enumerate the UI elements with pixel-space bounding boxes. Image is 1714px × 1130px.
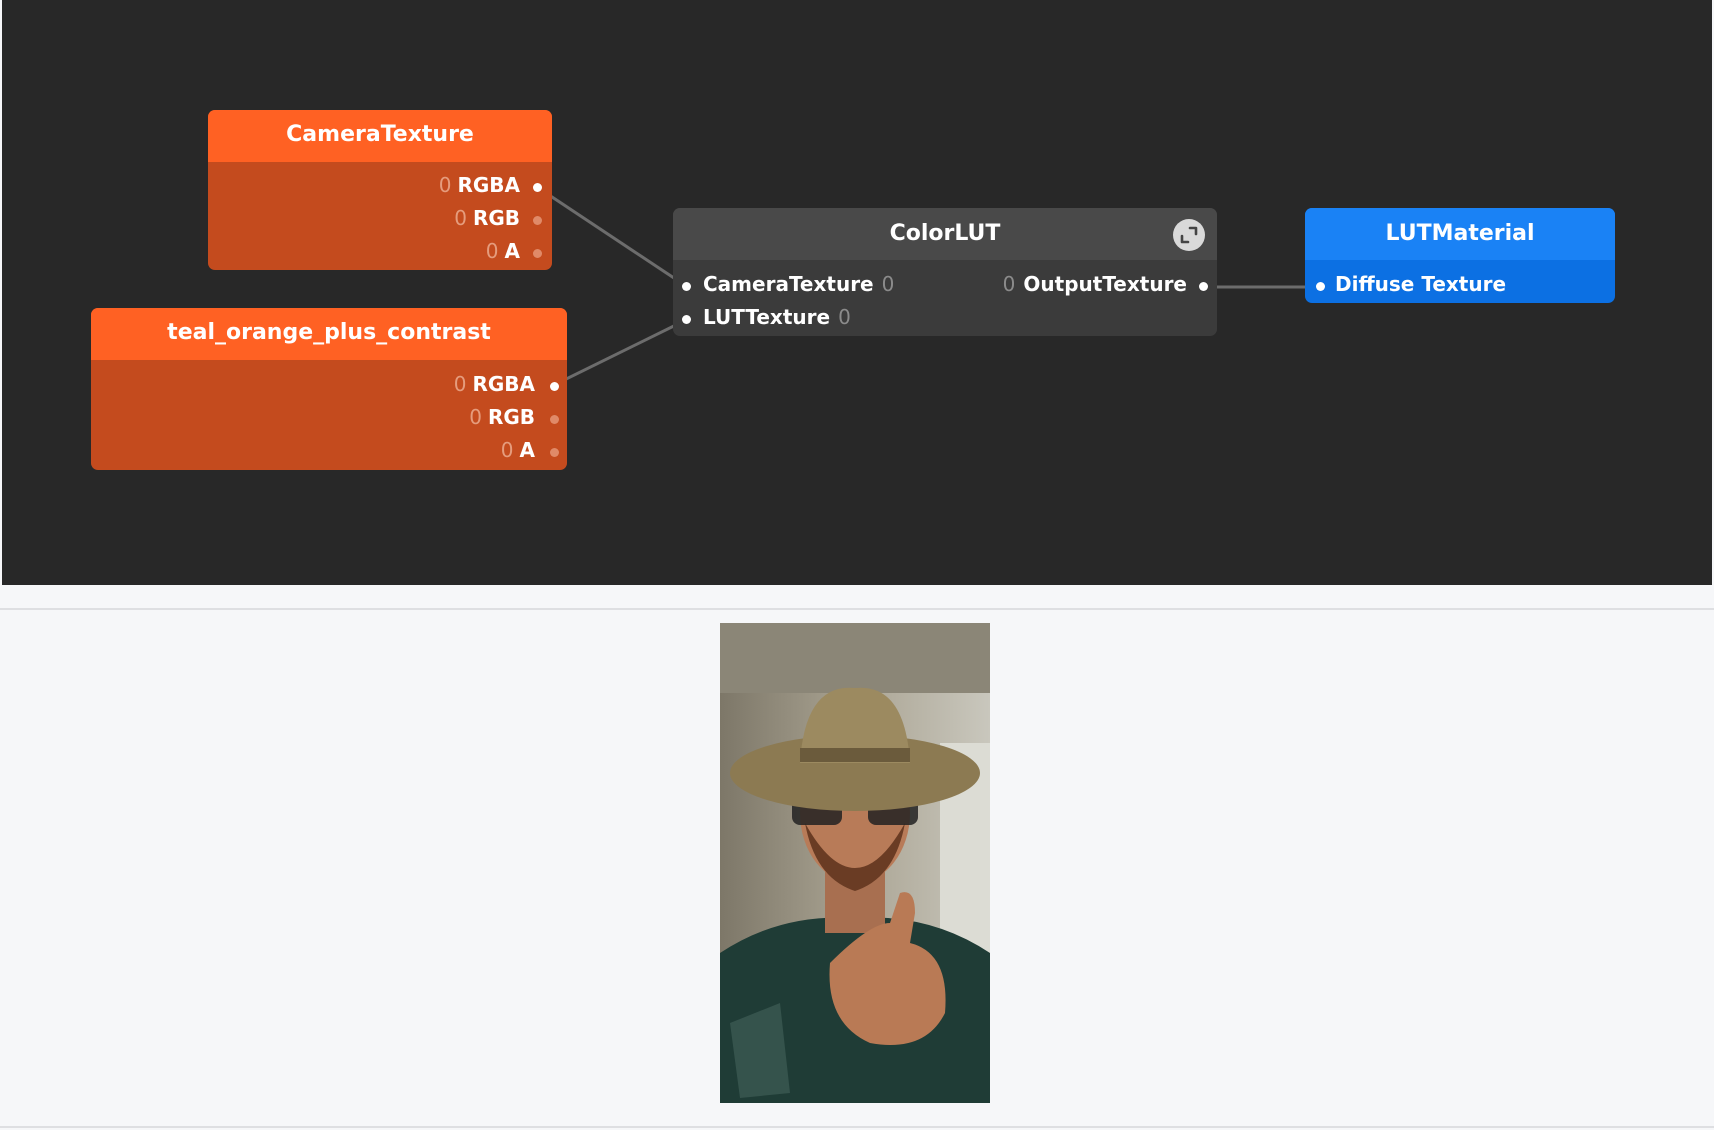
colorlut-lut-input-dot[interactable] [682,315,691,324]
material-input-diffuse-texture[interactable]: Diffuse Texture [1335,271,1506,297]
camera-output-rgb[interactable]: 0 RGB [454,205,520,231]
camera-output-a[interactable]: 0A [486,238,520,264]
lut-output-rgb[interactable]: 0 RGB [469,404,535,430]
camera-rgba-port-dot[interactable] [533,183,542,192]
lut-output-a[interactable]: 0A [501,437,535,463]
divider-top [0,608,1714,610]
lut-output-rgba[interactable]: 0 RGBA [454,371,535,397]
material-diffuse-input-dot[interactable] [1316,282,1325,291]
expand-icon[interactable] [1173,219,1205,251]
camera-preview-image [720,623,990,1103]
color-lut-title: ColorLUT [673,208,1217,260]
wire-camera-to-colorlut [536,185,687,288]
lut-a-port-dot[interactable] [550,448,559,457]
preview-photo [720,623,990,1103]
lut-rgba-port-dot[interactable] [550,382,559,391]
divider-bottom [0,1126,1714,1128]
camera-rgb-port-dot[interactable] [533,216,542,225]
colorlut-input-lut-texture[interactable]: LUTTexture 0 [703,304,851,330]
colorlut-output-dot[interactable] [1199,282,1208,291]
colorlut-output-texture[interactable]: 0 OutputTexture [1003,271,1187,297]
patch-editor-canvas[interactable]: CameraTexture 0 RGBA 0 RGB 0A teal_orange_… [2,0,1712,585]
lut-texture-title: teal_orange_plus_contrast [91,308,567,360]
camera-output-rgba[interactable]: 0 RGBA [439,172,520,198]
camera-texture-title: CameraTexture [208,110,552,162]
camera-a-port-dot[interactable] [533,249,542,258]
wire-lut-to-colorlut [553,318,687,387]
colorlut-input-camera-texture[interactable]: CameraTexture 0 [703,271,894,297]
lut-rgb-port-dot[interactable] [550,415,559,424]
colorlut-camera-input-dot[interactable] [682,282,691,291]
lut-material-node[interactable]: LUTMaterial Diffuse Texture [1305,208,1615,303]
camera-texture-node[interactable]: CameraTexture 0 RGBA 0 RGB 0A [208,110,552,270]
lut-texture-node[interactable]: teal_orange_plus_contrast 0 RGBA 0 RGB 0A [91,308,567,470]
lut-material-title: LUTMaterial [1305,208,1615,260]
color-lut-node[interactable]: ColorLUT CameraTexture 0 LUTTexture 0 0 Out… [673,208,1217,336]
